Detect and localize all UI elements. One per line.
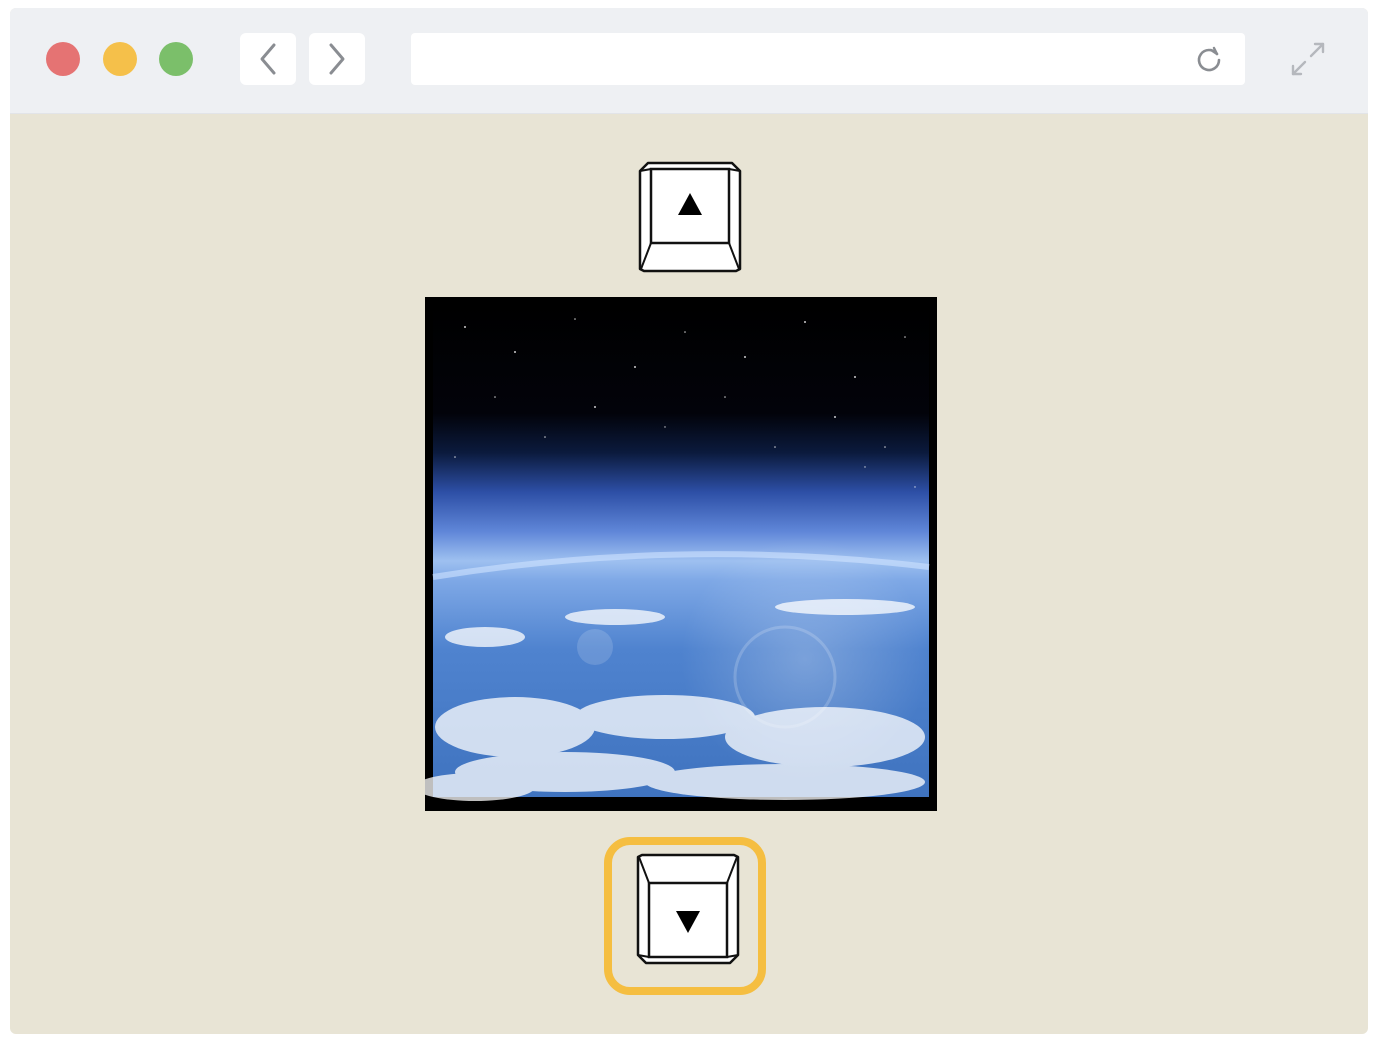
back-button[interactable]	[240, 33, 296, 85]
scroll-up-button[interactable]	[638, 161, 742, 273]
earth-from-space-image	[425, 297, 937, 811]
forward-button[interactable]	[309, 33, 365, 85]
expand-icon	[1291, 42, 1325, 76]
address-bar[interactable]	[411, 33, 1245, 85]
reload-icon	[1197, 46, 1221, 72]
chevron-right-icon	[329, 43, 345, 75]
zoom-window-button[interactable]	[159, 42, 193, 76]
browser-window	[10, 8, 1368, 1034]
arrow-down-key-icon	[636, 853, 740, 965]
fullscreen-button[interactable]	[1287, 38, 1329, 80]
reload-button[interactable]	[1195, 45, 1223, 73]
arrow-up-key-icon	[638, 161, 742, 273]
page-content	[10, 113, 1368, 1034]
minimize-window-button[interactable]	[103, 42, 137, 76]
browser-toolbar	[10, 8, 1368, 114]
close-window-button[interactable]	[46, 42, 80, 76]
scroll-down-button[interactable]	[636, 853, 740, 965]
chevron-left-icon	[260, 43, 276, 75]
